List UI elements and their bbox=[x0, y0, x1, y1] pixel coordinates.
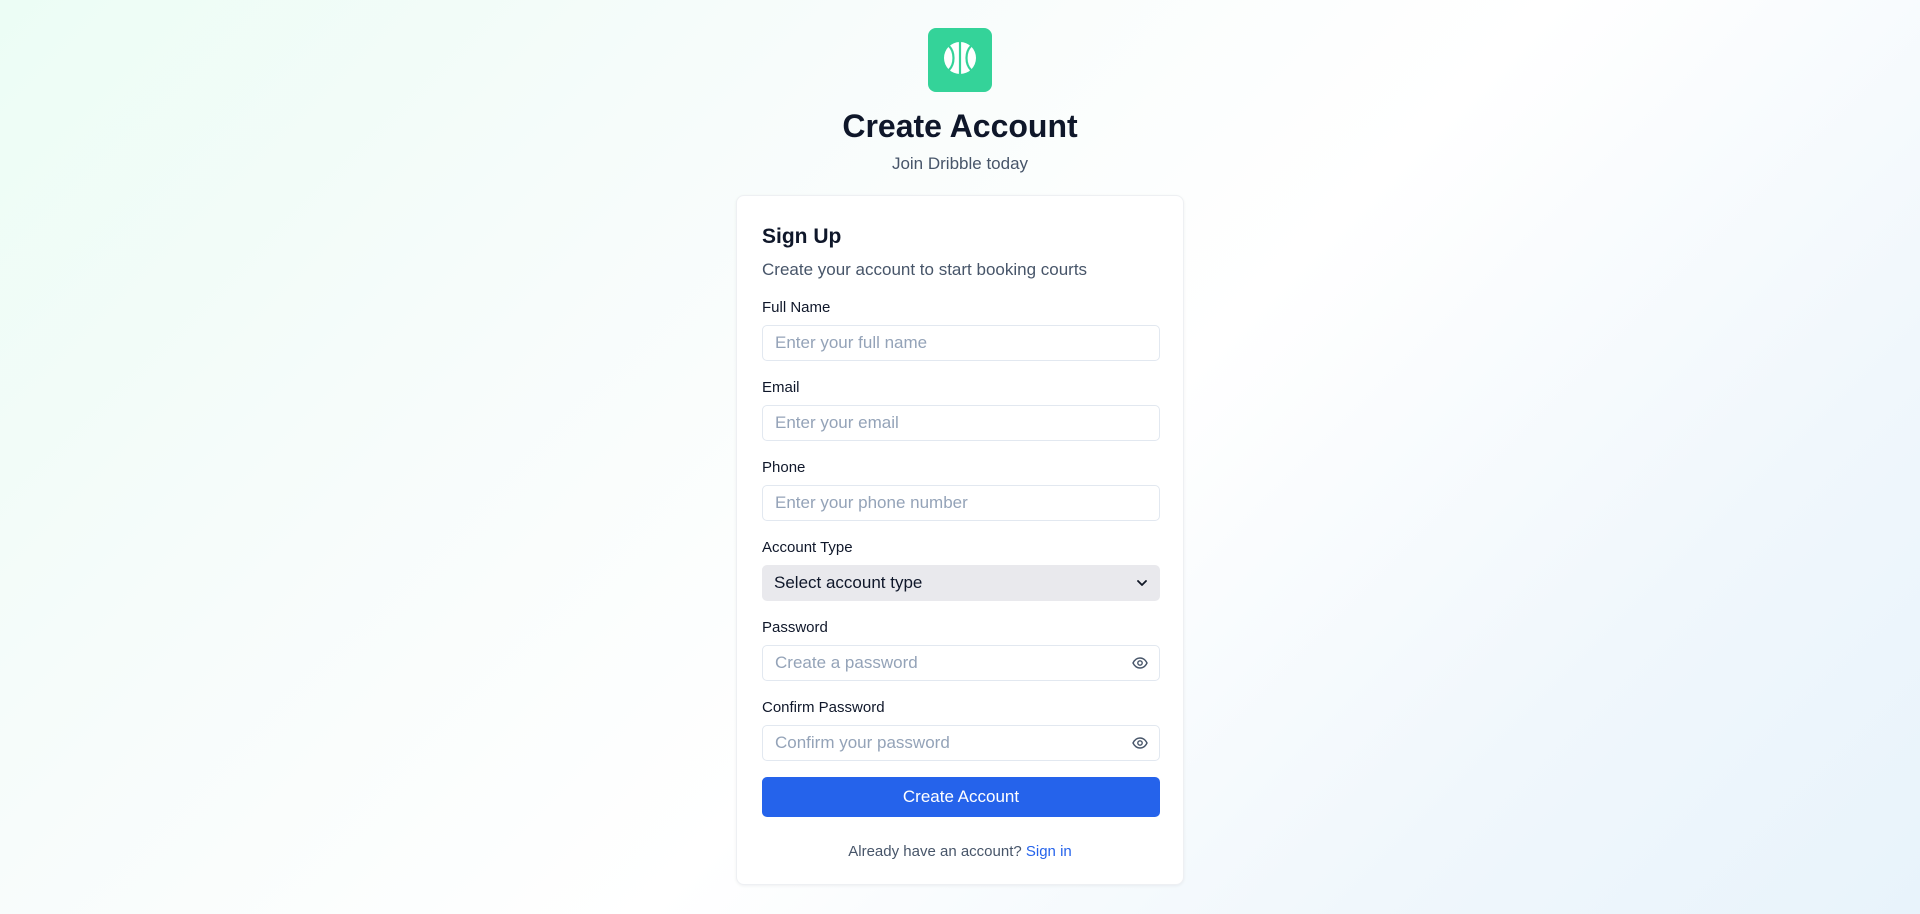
signin-link[interactable]: Sign in bbox=[1026, 843, 1072, 860]
phone-label: Phone bbox=[762, 459, 806, 476]
page-subtitle: Join Dribble today bbox=[891, 154, 1029, 173]
full-name-input[interactable] bbox=[762, 325, 1160, 361]
card-title: Sign Up bbox=[762, 225, 842, 248]
chevron-down-icon bbox=[1136, 577, 1148, 589]
signup-page: Create Account Join Dribble today Sign U… bbox=[0, 0, 1920, 914]
email-label: Email bbox=[762, 379, 800, 396]
account-type-value: Select account type bbox=[774, 573, 923, 592]
app-logo bbox=[928, 28, 992, 92]
eye-icon[interactable] bbox=[1130, 733, 1150, 753]
email-input[interactable] bbox=[762, 405, 1160, 441]
confirm-password-label: Confirm Password bbox=[762, 699, 885, 716]
create-account-button[interactable]: Create Account bbox=[762, 777, 1160, 817]
full-name-label: Full Name bbox=[762, 299, 831, 316]
password-input[interactable] bbox=[762, 645, 1160, 681]
account-type-select[interactable]: Select account type bbox=[762, 565, 1160, 601]
signup-card: Sign Up Create your account to start boo… bbox=[736, 195, 1184, 885]
phone-input[interactable] bbox=[762, 485, 1160, 521]
confirm-password-input[interactable] bbox=[762, 725, 1160, 761]
eye-icon[interactable] bbox=[1130, 653, 1150, 673]
card-description: Create your account to start booking cou… bbox=[762, 260, 1088, 279]
signin-prompt: Already have an account? Sign in bbox=[737, 843, 1183, 861]
basketball-icon bbox=[941, 39, 979, 82]
page-title: Create Account bbox=[842, 108, 1078, 144]
signin-prompt-text: Already have an account? bbox=[848, 843, 1022, 860]
password-label: Password bbox=[762, 619, 828, 636]
account-type-label: Account Type bbox=[762, 539, 853, 556]
